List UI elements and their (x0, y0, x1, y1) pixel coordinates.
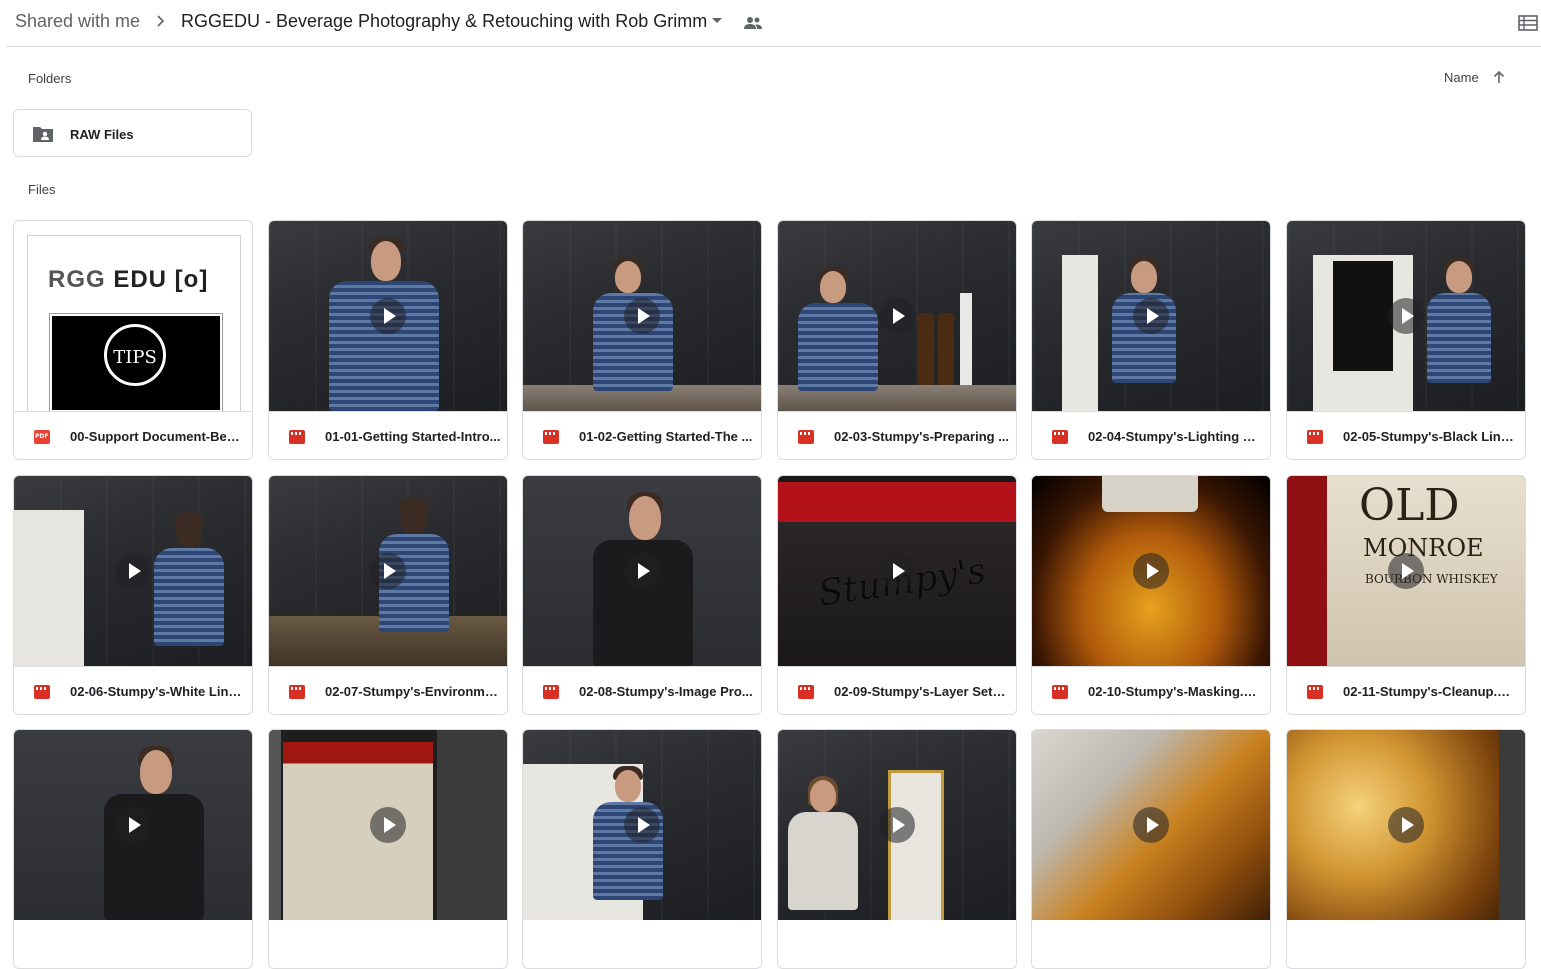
file-card-01-02[interactable]: 01-02-Getting Started-The ... (522, 220, 762, 460)
file-name: 02-05-Stumpy's-Black Line.... (1343, 429, 1519, 444)
play-icon[interactable] (879, 807, 915, 843)
video-icon (543, 430, 559, 444)
file-name: 02-10-Stumpy's-Masking.m... (1088, 684, 1264, 699)
label-old: OLD (1359, 480, 1460, 531)
play-icon[interactable] (370, 807, 406, 843)
play-icon[interactable] (624, 298, 660, 334)
tips-seal-logo: TIPS (104, 324, 166, 386)
chevron-down-icon[interactable] (712, 18, 722, 23)
play-icon[interactable] (879, 553, 915, 589)
file-card-02-05[interactable]: 02-05-Stumpy's-Black Line.... (1286, 220, 1526, 460)
file-name: 02-08-Stumpy's-Image Pro... (579, 684, 753, 699)
file-thumbnail: RGG EDU [o] TIPS (14, 221, 252, 411)
arrow-up-icon[interactable] (1492, 69, 1506, 85)
play-icon[interactable] (879, 298, 915, 334)
video-icon (289, 685, 305, 699)
video-icon (1307, 685, 1323, 699)
shared-folder-icon (33, 127, 53, 142)
file-card-row3-5[interactable] (1031, 729, 1271, 969)
file-card-01-01[interactable]: 01-01-Getting Started-Intro... (268, 220, 508, 460)
sort-by-name-button[interactable]: Name (1444, 70, 1479, 85)
file-name: 02-06-Stumpy's-White Line.... (70, 684, 246, 699)
file-card-02-09[interactable]: Stumpy's 02-09-Stumpy's-Layer Setu... (777, 475, 1017, 715)
label-bourbon: BOURBON WHISKEY (1365, 572, 1498, 586)
file-card-02-10[interactable]: 02-10-Stumpy's-Masking.m... (1031, 475, 1271, 715)
video-icon (798, 430, 814, 444)
file-card-00[interactable]: RGG EDU [o] TIPS 00-Support Document-Bev… (13, 220, 253, 460)
play-icon[interactable] (1388, 553, 1424, 589)
file-card-row3-3[interactable] (522, 729, 762, 969)
file-name: 02-03-Stumpy's-Preparing ... (834, 429, 1010, 444)
file-card-row3-4[interactable] (777, 729, 1017, 969)
shared-people-icon (744, 17, 762, 29)
video-icon (543, 685, 559, 699)
support-doc-preview: RGG EDU [o] TIPS (27, 235, 241, 411)
folder-name: RAW Files (70, 127, 134, 142)
chevron-right-icon (157, 15, 165, 27)
video-icon (798, 685, 814, 699)
play-icon[interactable] (1133, 553, 1169, 589)
files-section-label: Files (28, 182, 56, 197)
file-card-02-03[interactable]: 02-03-Stumpy's-Preparing ... (777, 220, 1017, 460)
label-monroe: MONROE (1363, 534, 1484, 562)
file-name: 02-09-Stumpy's-Layer Setu... (834, 684, 1010, 699)
file-name: 02-07-Stumpy's-Environme... (325, 684, 501, 699)
list-view-icon[interactable] (1518, 14, 1538, 32)
file-name: 01-01-Getting Started-Intro... (325, 429, 501, 444)
video-icon (1307, 430, 1323, 444)
file-name: 02-04-Stumpy's-Lighting Se... (1088, 429, 1264, 444)
pdf-icon (34, 430, 50, 444)
file-name: 02-11-Stumpy's-Cleanup.m... (1343, 684, 1519, 699)
play-icon[interactable] (370, 553, 406, 589)
play-icon[interactable] (1388, 807, 1424, 843)
breadcrumb-current-folder[interactable]: RGGEDU - Beverage Photography & Retouchi… (181, 11, 707, 32)
breadcrumb-shared-with-me[interactable]: Shared with me (15, 11, 140, 32)
file-card-02-07[interactable]: 02-07-Stumpy's-Environme... (268, 475, 508, 715)
file-card-02-11[interactable]: OLD MONROE BOURBON WHISKEY 02-11-Stumpy'… (1286, 475, 1526, 715)
play-icon[interactable] (624, 807, 660, 843)
breadcrumb-bar: Shared with me RGGEDU - Beverage Photogr… (0, 0, 1541, 47)
file-card-02-08[interactable]: 02-08-Stumpy's-Image Pro... (522, 475, 762, 715)
file-card-row3-1[interactable] (13, 729, 253, 969)
play-icon[interactable] (1133, 298, 1169, 334)
file-card-row3-2[interactable] (268, 729, 508, 969)
play-icon[interactable] (115, 553, 151, 589)
play-icon[interactable] (624, 553, 660, 589)
folder-raw-files[interactable]: RAW Files (13, 109, 252, 157)
file-card-02-04[interactable]: 02-04-Stumpy's-Lighting Se... (1031, 220, 1271, 460)
video-icon (34, 685, 50, 699)
video-icon (1052, 685, 1068, 699)
video-icon (289, 430, 305, 444)
brand-logo: RGG EDU [o] (48, 266, 209, 293)
play-icon[interactable] (1133, 807, 1169, 843)
header-divider (6, 46, 1541, 47)
play-icon[interactable] (370, 298, 406, 334)
play-icon[interactable] (115, 807, 151, 843)
video-icon (1052, 430, 1068, 444)
play-icon[interactable] (1388, 298, 1424, 334)
folders-section-label: Folders (28, 71, 72, 86)
file-card-row3-6[interactable] (1286, 729, 1526, 969)
file-name: 01-02-Getting Started-The ... (579, 429, 753, 444)
file-name: 00-Support Document-Beve... (70, 429, 246, 444)
file-card-02-06[interactable]: 02-06-Stumpy's-White Line.... (13, 475, 253, 715)
